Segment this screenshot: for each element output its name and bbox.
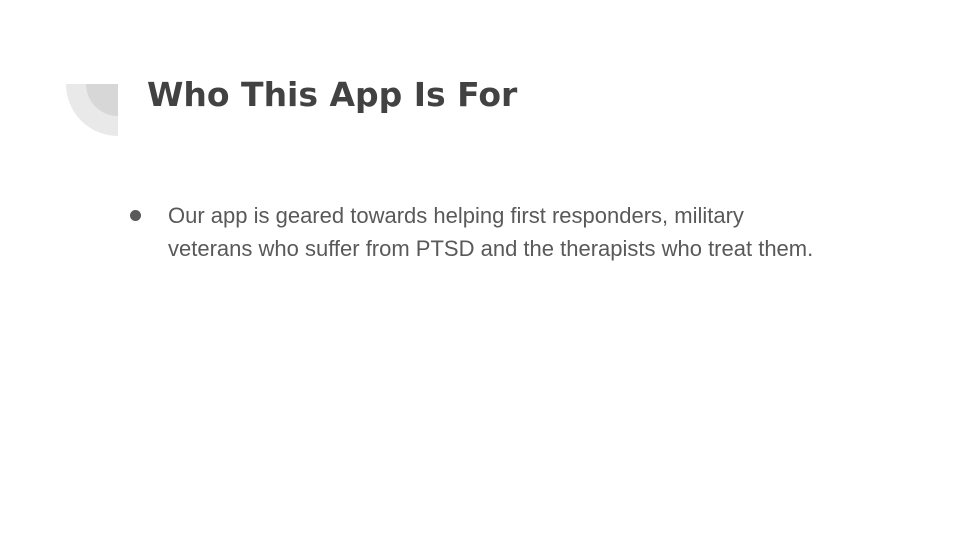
bullet-item: Our app is geared towards helping first … bbox=[130, 199, 830, 265]
bullet-dot-icon bbox=[130, 210, 141, 221]
corner-arc-decoration bbox=[66, 84, 118, 136]
slide: Who This App Is For Our app is geared to… bbox=[0, 0, 960, 540]
slide-title: Who This App Is For bbox=[147, 75, 518, 114]
bullet-text: Our app is geared towards helping first … bbox=[168, 203, 814, 261]
bullet-list: Our app is geared towards helping first … bbox=[130, 199, 830, 265]
